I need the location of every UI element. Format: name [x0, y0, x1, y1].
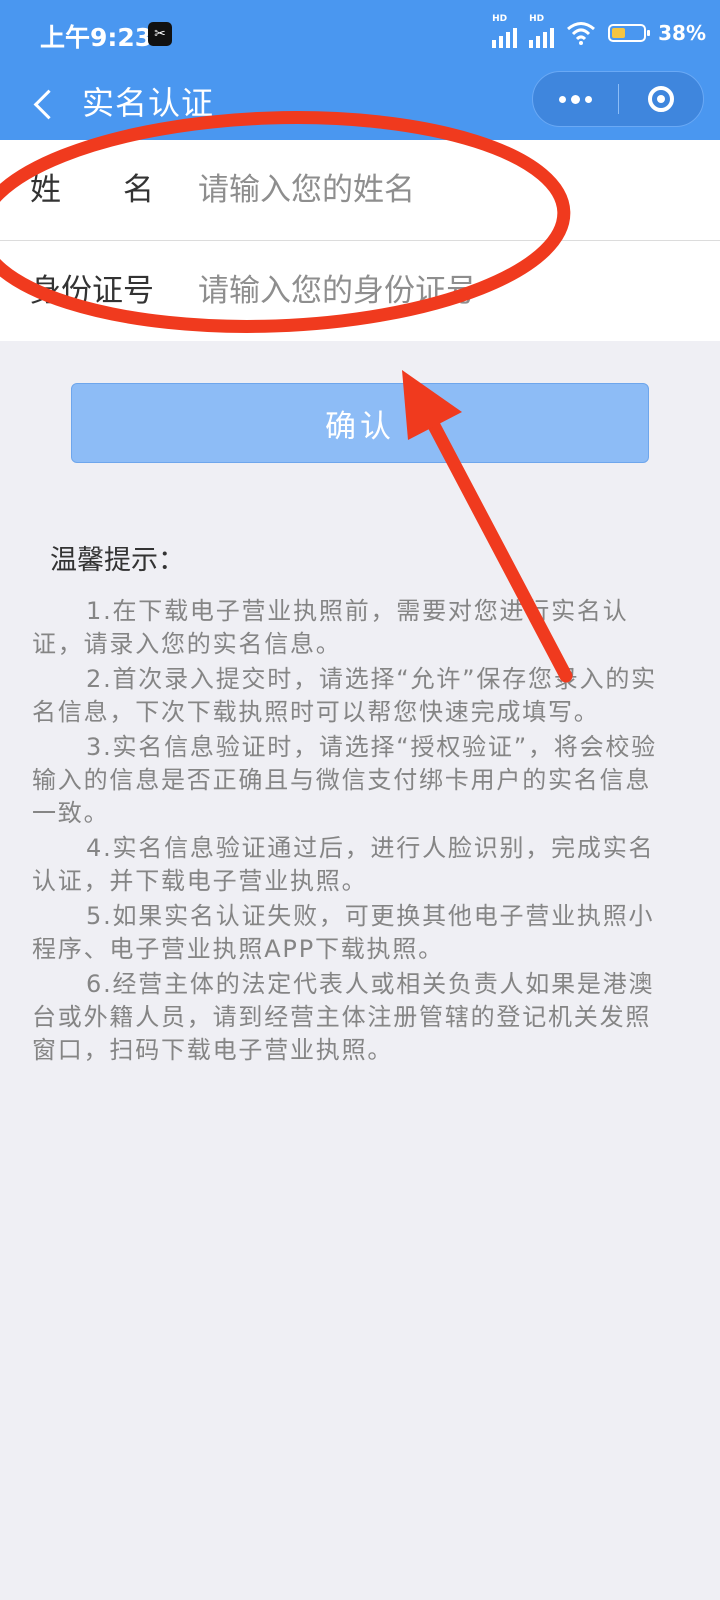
battery-level: 38%: [658, 21, 706, 45]
tip-item: 1.在下载电子营业执照前，需要对您进行实名认证，请录入您的实名信息。: [32, 597, 629, 658]
status-time: 上午9:23: [40, 23, 153, 52]
tip-item: 4.实名信息验证通过后，进行人脸识别，完成实名认证，并下载电子营业执照。: [32, 834, 655, 895]
tips-title: 温馨提示：: [50, 545, 185, 576]
name-label: 姓名: [30, 172, 216, 208]
id-number-input[interactable]: [198, 265, 678, 317]
status-icons: HD HD 38%: [492, 14, 706, 48]
battery-icon: [608, 24, 651, 42]
page-title: 实名认证: [82, 84, 215, 122]
close-miniprogram-icon[interactable]: [619, 72, 703, 126]
header: 上午9:23 ✂ HD HD 38% 实名认证: [0, 0, 720, 140]
back-icon[interactable]: [28, 80, 68, 130]
tips-section: 温馨提示： 1.在下载电子营业执照前，需要对您进行实名认证，请录入您的实名信息。…: [32, 538, 676, 1069]
navbar: 实名认证: [0, 70, 720, 140]
tip-item: 5.如果实名认证失败，可更换其他电子营业执照小程序、电子营业执照APP下载执照。: [32, 902, 655, 963]
more-icon[interactable]: [533, 72, 618, 126]
tip-item: 3.实名信息验证时，请选择“授权验证”，将会校验输入的信息是否正确且与微信支付绑…: [32, 733, 657, 827]
id-number-label: 身份证号: [30, 273, 154, 309]
confirm-button[interactable]: 确认: [71, 383, 649, 463]
name-input[interactable]: [198, 164, 678, 216]
tip-item: 2.首次录入提交时，请选择“允许”保存您录入的实名信息，下次下载执照时可以帮您快…: [32, 665, 657, 726]
signal-icon: HD: [529, 14, 555, 48]
miniprogram-capsule: [532, 71, 704, 127]
app-notification-icon: ✂: [148, 22, 172, 46]
tip-item: 6.经营主体的法定代表人或相关负责人如果是港澳台或外籍人员，请到经营主体注册管辖…: [32, 970, 655, 1064]
signal-icon: HD: [492, 14, 518, 48]
name-row: 姓名: [0, 140, 720, 240]
real-name-form: 姓名 身份证号: [0, 140, 720, 341]
wifi-icon: [567, 22, 596, 45]
id-row: 身份证号: [0, 240, 720, 341]
status-bar: 上午9:23 ✂ HD HD 38%: [0, 0, 720, 70]
